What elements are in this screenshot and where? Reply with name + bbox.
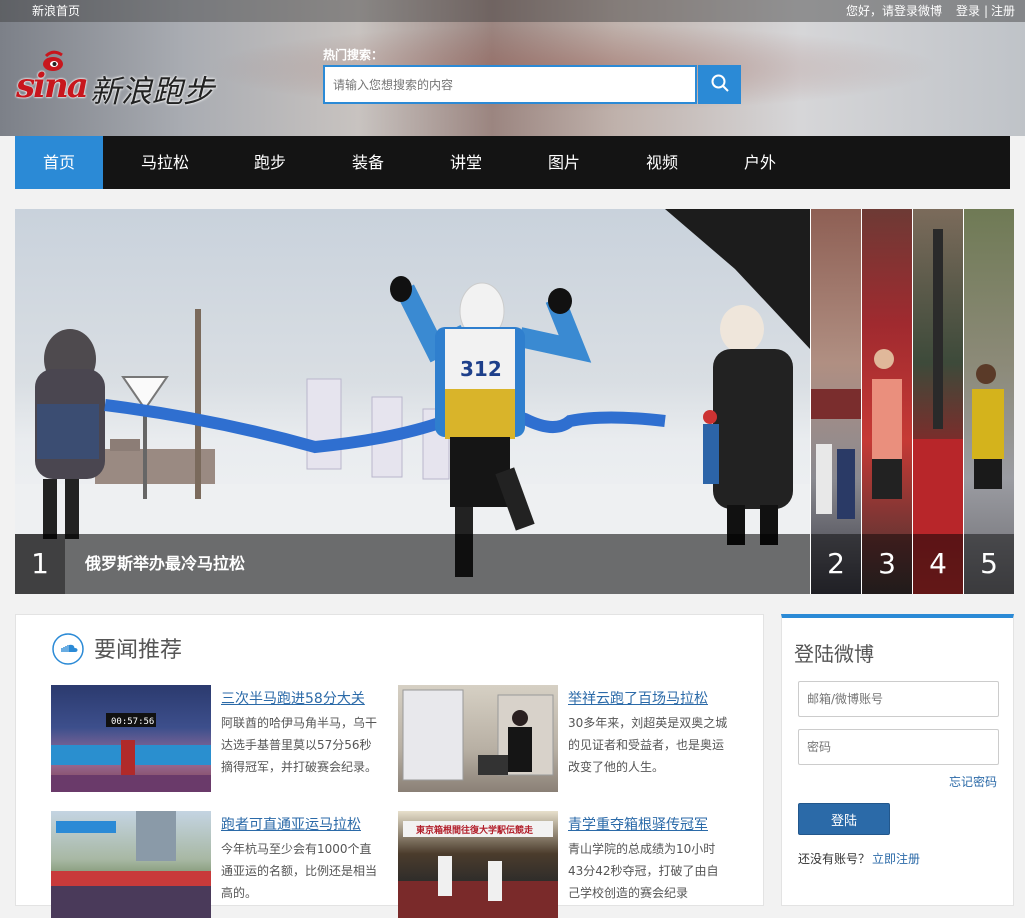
nav-item-home[interactable]: 首页 [15,136,103,189]
slide-current-number: 1 [31,547,49,580]
search-input[interactable] [323,65,697,104]
main-nav: 首页 马拉松 跑步 装备 讲堂 图片 视频 户外 [15,136,1010,189]
news-item-desc: 30多年来，刘超英是双奥之城的见证者和受益者，也是奥运改变了他的人生。 [568,716,728,774]
hot-search-label: 热门搜索： [323,48,384,62]
news-image[interactable] [398,685,558,792]
slide-thumb-number: 3 [862,534,912,594]
thumb-4-photo [913,229,963,534]
news-item-title[interactable]: 三次半马跑进58分大关 [221,688,365,708]
main-slide[interactable]: 312 1 俄罗斯举办最冷马拉松 [15,209,810,594]
nav-item-videos[interactable]: 视频 [622,136,702,189]
slide-thumb-5[interactable]: 5 [963,209,1014,594]
news-image[interactable]: 東京箱根間往復大学駅伝競走 [398,811,558,918]
login-link[interactable]: 登录 [956,0,980,22]
register-now-link[interactable]: 立即注册 [872,850,920,867]
news-image[interactable] [51,811,211,918]
login-greeting: 您好，请登录微博 [846,4,943,18]
nav-item-lectures[interactable]: 讲堂 [426,136,506,189]
search-icon [711,74,729,92]
news-image[interactable]: 00:57:56 [51,685,211,792]
nav-item-outdoor[interactable]: 户外 [720,136,800,189]
slide-thumb-3[interactable]: 3 [861,209,912,594]
news-item-desc: 青山学院的总成绩为10小时43分42秒夺冠，打破了由自己学校创造的赛会纪录 [568,842,719,900]
slide-thumb-number: 2 [811,534,861,594]
news-image-3-photo [51,811,211,918]
news-image-2-photo [402,689,554,781]
news-image-1-photo: 00:57:56 [51,713,211,792]
news-item-desc: 阿联酋的哈伊马角半马，乌干达选手基普里莫以57分56秒摘得冠军，并打破赛会纪录。 [221,716,378,774]
news-item-desc: 今年杭马至少会有1000个直通亚运的名额，比例还是相当高的。 [221,842,378,900]
news-image-timer: 00:57:56 [111,717,154,727]
slide-thumb-4[interactable]: 4 [912,209,963,594]
login-button[interactable]: 登陆 [798,803,890,835]
forgot-password-link[interactable]: 忘记密码 [949,773,997,790]
nav-item-photos[interactable]: 图片 [524,136,604,189]
register-link[interactable]: 注册 [991,0,1015,22]
search-button[interactable] [698,65,741,104]
slide-thumb-2[interactable]: 2 [810,209,861,594]
slide-thumb-number: 4 [913,534,963,594]
no-account-text: 还没有账号？ [798,852,871,866]
account-input[interactable] [798,681,999,717]
thumb-3-photo [872,349,902,499]
news-item-title[interactable]: 青学重夺箱根驿传冠军 [568,814,708,834]
separator: | [984,4,989,18]
news-item-title[interactable]: 跑者可直通亚运马拉松 [221,814,361,834]
nav-item-running[interactable]: 跑步 [230,136,310,189]
nav-item-marathon[interactable]: 马拉松 [125,136,205,189]
bib-number: 312 [460,357,502,381]
news-item-title[interactable]: 举祥云跑了百场马拉松 [568,688,708,708]
news-image-4-photo: 東京箱根間往復大学駅伝競走 [398,821,558,918]
slide-caption[interactable]: 俄罗斯举办最冷马拉松 [85,534,245,594]
news-section-title: 要闻推荐 [94,638,183,663]
login-panel-title: 登陆微博 [794,642,874,666]
sina-home-link[interactable]: 新浪首页 [32,0,80,22]
thumb-5-photo [972,364,1004,489]
featured-slider: 312 1 俄罗斯举办最冷马拉松 2 3 4 5 [15,209,1014,594]
news-image-banner: 東京箱根間往復大学駅伝競走 [416,824,533,836]
thumb-2-photo [811,389,861,519]
soundcloud-icon [52,633,84,665]
top-bar: 新浪首页 您好，请登录微博 登录 | 注册 [0,0,1025,22]
sina-wordmark: sina [16,66,89,106]
sina-running-logo[interactable]: sina 新浪跑步 [16,50,216,110]
logo-title: 新浪跑步 [90,74,214,110]
password-input[interactable] [798,729,999,765]
nav-item-gear[interactable]: 装备 [328,136,408,189]
slide-thumb-number: 5 [964,534,1014,594]
